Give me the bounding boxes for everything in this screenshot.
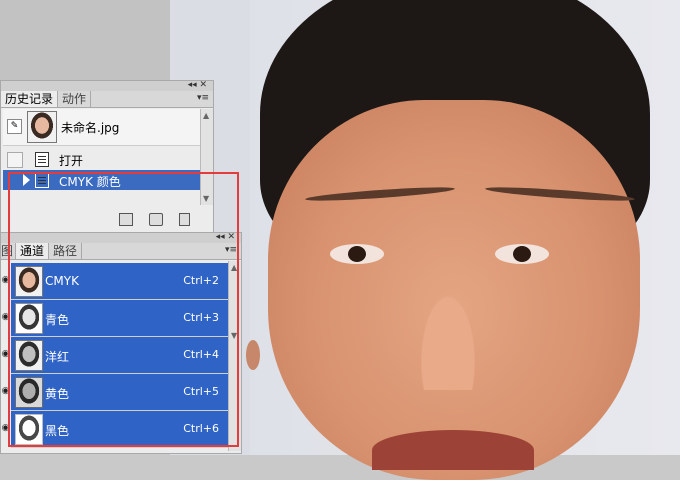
- document-icon: [35, 152, 49, 167]
- channels-scrollbar[interactable]: ▲ ▼: [228, 261, 241, 451]
- visibility-eye-icon[interactable]: ◉: [1, 312, 10, 322]
- visibility-eye-icon[interactable]: ◉: [1, 423, 10, 433]
- history-step-label: 打开: [59, 154, 84, 168]
- channel-thumbnail: [15, 414, 43, 445]
- tab-layers[interactable]: 图层: [1, 243, 16, 259]
- channel-name: 洋红: [45, 350, 70, 364]
- channel-row[interactable]: ◉ 洋红 Ctrl+4: [1, 337, 229, 374]
- history-state-arrow-icon: [23, 174, 30, 186]
- visibility-eye-icon[interactable]: ◉: [1, 275, 10, 285]
- channel-thumbnail: [15, 266, 43, 297]
- visibility-eye-icon[interactable]: ◉: [1, 349, 10, 359]
- channel-shortcut: Ctrl+6: [183, 422, 219, 435]
- photo-right-eye: [495, 244, 549, 264]
- photo-left-eye: [330, 244, 384, 264]
- history-tabs: 历史记录 动作 ▾≡: [1, 91, 213, 108]
- photo-lips: [372, 430, 534, 470]
- tab-paths[interactable]: 路径: [49, 243, 83, 259]
- channel-row[interactable]: ◉ 青色 Ctrl+3: [1, 300, 229, 337]
- channel-name: 黄色: [45, 387, 70, 401]
- channel-thumbnail: [15, 340, 43, 371]
- panel-menu-icon[interactable]: ▾≡: [225, 245, 237, 255]
- channel-name: CMYK: [45, 274, 79, 288]
- snapshot-name: 未命名.jpg: [61, 121, 120, 135]
- channel-thumbnail: [15, 303, 43, 334]
- channel-row[interactable]: ◉ 黄色 Ctrl+5: [1, 374, 229, 411]
- channel-shortcut: Ctrl+5: [183, 385, 219, 398]
- history-step-selected[interactable]: CMYK 颜色: [3, 170, 208, 190]
- channel-shortcut: Ctrl+4: [183, 348, 219, 361]
- history-step[interactable]: 打开: [3, 149, 208, 169]
- trash-icon[interactable]: [179, 213, 190, 226]
- channel-row[interactable]: ◉ 黑色 Ctrl+6: [1, 411, 229, 448]
- visibility-eye-icon[interactable]: ◉: [1, 386, 10, 396]
- channel-thumbnail: [15, 377, 43, 408]
- workspace-background: [0, 0, 170, 90]
- history-panel: ◂◂ ✕ 历史记录 动作 ▾≡ ✎ 未命名.jpg 打开 CMYK 颜色 ▲ ▼: [0, 80, 214, 234]
- camera-icon[interactable]: [149, 213, 163, 226]
- channel-shortcut: Ctrl+3: [183, 311, 219, 324]
- channel-name: 黑色: [45, 424, 70, 438]
- brush-source-box[interactable]: [7, 152, 23, 168]
- snapshot-thumbnail: [27, 111, 57, 143]
- channels-panel: ◂◂ ✕ 图层 通道 路径 ▾≡ ◉ CMYK Ctrl+2 ◉ 青色 Ctrl…: [0, 232, 242, 454]
- history-step-label: CMYK 颜色: [59, 175, 121, 189]
- tab-channels[interactable]: 通道: [16, 243, 50, 259]
- photo-nose: [402, 250, 494, 390]
- channels-tabs: 图层 通道 路径 ▾≡: [1, 243, 241, 260]
- tab-actions[interactable]: 动作: [58, 91, 92, 107]
- workspace: ◂◂ ✕ 历史记录 动作 ▾≡ ✎ 未命名.jpg 打开 CMYK 颜色 ▲ ▼: [0, 0, 680, 480]
- panel-menu-icon[interactable]: ▾≡: [197, 93, 209, 103]
- history-scrollbar[interactable]: ▲ ▼: [200, 109, 213, 205]
- history-footer: [111, 213, 201, 229]
- tab-history[interactable]: 历史记录: [1, 91, 59, 107]
- history-snapshot[interactable]: ✎ 未命名.jpg: [3, 109, 208, 146]
- channel-shortcut: Ctrl+2: [183, 274, 219, 287]
- photo-ear: [246, 340, 260, 370]
- new-document-icon[interactable]: [119, 213, 133, 226]
- collapse-icon[interactable]: ◂◂ ✕: [188, 80, 207, 90]
- document-icon: [35, 173, 49, 188]
- channel-name: 青色: [45, 313, 70, 327]
- brush-source-icon[interactable]: ✎: [7, 119, 22, 134]
- channel-row[interactable]: ◉ CMYK Ctrl+2: [1, 263, 229, 300]
- channels-panel-titlebar[interactable]: ◂◂ ✕: [1, 232, 241, 243]
- history-panel-titlebar[interactable]: ◂◂ ✕: [1, 80, 213, 91]
- collapse-icon[interactable]: ◂◂ ✕: [216, 232, 235, 242]
